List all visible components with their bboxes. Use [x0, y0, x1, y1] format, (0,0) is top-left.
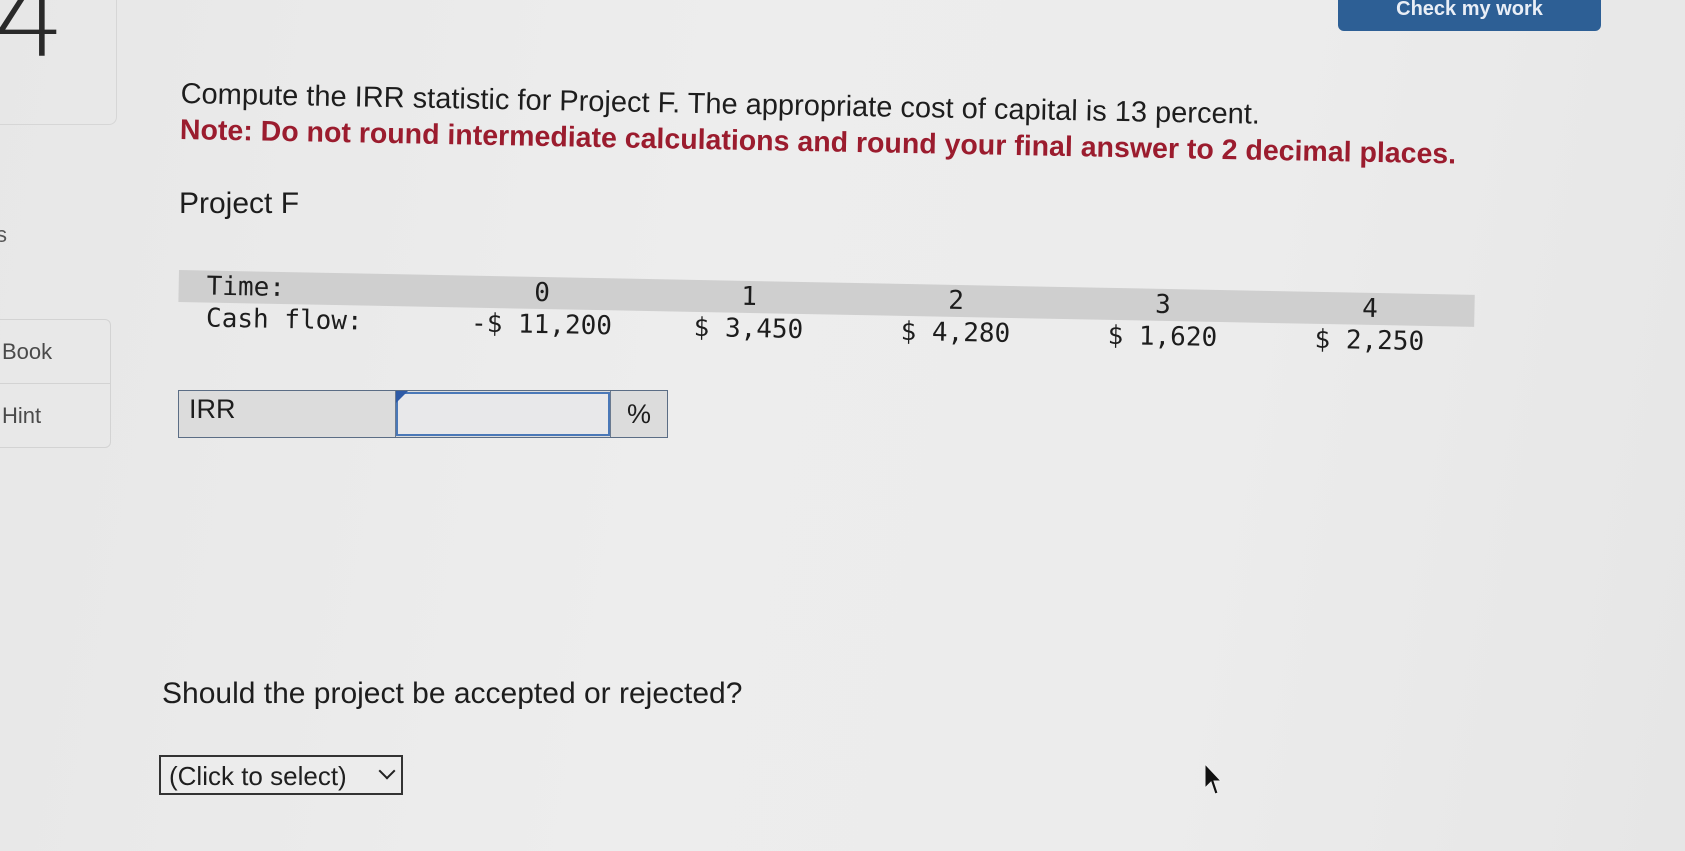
- cash-flow-cell: -$ 11,200: [470, 308, 613, 342]
- cash-flow-cell: $ 3,450: [693, 312, 804, 345]
- irr-input[interactable]: [396, 392, 610, 436]
- time-cell: 4: [1361, 293, 1379, 325]
- time-label: Time:: [206, 271, 286, 304]
- cash-flow-cell: $ 2,250: [1314, 324, 1425, 357]
- sidebar-tools: Book Hint: [0, 319, 111, 448]
- irr-answer-row: IRR %: [178, 390, 668, 438]
- cash-flow-cell: $ 4,280: [900, 316, 1011, 349]
- time-cell: 0: [534, 277, 551, 309]
- question-text: Compute the IRR statistic for Project F.…: [180, 76, 1621, 176]
- time-cell: 1: [740, 281, 758, 313]
- cash-flow-table: Time: 0 1 2 3 4 Cash flow: -$ 11,200 $ 3…: [178, 270, 1475, 359]
- time-cell: 2: [947, 285, 965, 317]
- check-my-work-button[interactable]: Check my work: [1338, 0, 1601, 31]
- accept-reject-select[interactable]: (Click to select): [159, 755, 403, 795]
- chevron-down-icon: [378, 762, 396, 780]
- irr-label: IRR: [179, 391, 396, 437]
- sidebar-partial-label: s: [0, 222, 7, 247]
- irr-unit: %: [610, 391, 667, 437]
- cash-flow-cell: $ 1,620: [1107, 320, 1218, 353]
- select-value: (Click to select): [169, 761, 347, 791]
- time-cell: 3: [1154, 289, 1172, 321]
- sidebar-item-hint[interactable]: Hint: [0, 383, 110, 447]
- project-label: Project F: [179, 187, 300, 220]
- input-flag-icon: [396, 391, 408, 403]
- mouse-cursor-icon: [1204, 762, 1223, 795]
- cash-flow-label: Cash flow:: [205, 303, 363, 337]
- accept-reject-question: Should the project be accepted or reject…: [162, 677, 743, 710]
- sidebar-item-book[interactable]: Book: [0, 320, 110, 383]
- question-number: 4: [0, 0, 66, 83]
